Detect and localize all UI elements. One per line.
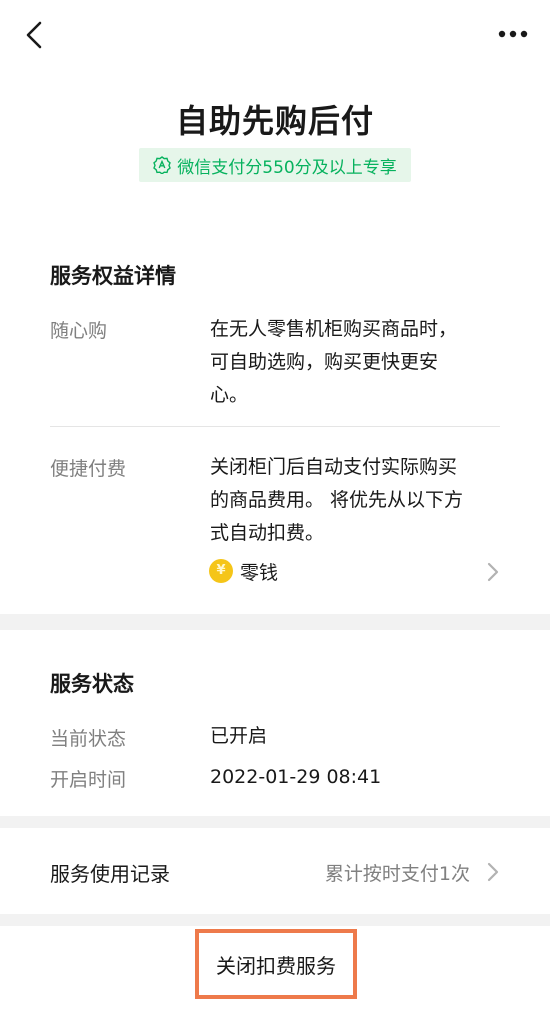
close-service-area: 关闭扣费服务 [0, 926, 550, 1035]
ellipsis-icon[interactable] [498, 27, 528, 41]
chevron-right-icon [487, 562, 499, 582]
current-status-label: 当前状态 [50, 728, 127, 750]
benefit-desc-line: 的商品费用。 将优先从以下方 [210, 489, 464, 511]
start-time-label: 开启时间 [50, 769, 127, 791]
benefit-desc-1: 在无人零售机柜购买商品时， 可自助选购，购买更快更安 心。 [210, 313, 510, 412]
payment-method-label: 零钱 [240, 562, 279, 584]
records-value: 累计按时支付1次 [324, 863, 470, 885]
chevron-left-icon[interactable] [20, 20, 50, 50]
status-card: 服务状态 当前状态 已开启 开启时间 2022-01-29 08:41 [0, 630, 550, 816]
current-status-value: 已开启 [210, 725, 268, 747]
page-title: 自助先购后付 [175, 102, 374, 140]
benefit-desc-line: 关闭柜门后自动支付实际购买 [210, 456, 458, 478]
benefit-label-1: 随心购 [50, 320, 108, 342]
usage-records-row[interactable]: 服务使用记录 累计按时支付1次 [0, 828, 550, 914]
coin-icon: ¥ [209, 559, 233, 583]
start-time-value: 2022-01-29 08:41 [210, 766, 382, 788]
benefit-desc-line: 可自助选购，购买更快更安 [210, 351, 439, 373]
divider [50, 426, 500, 427]
chevron-right-icon [487, 862, 499, 882]
benefits-card: 服务权益详情 随心购 在无人零售机柜购买商品时， 可自助选购，购买更快更安 心。… [0, 226, 550, 614]
benefits-title: 服务权益详情 [50, 264, 176, 288]
records-label: 服务使用记录 [50, 862, 170, 886]
benefit-desc-line: 式自动扣费。 [210, 522, 325, 544]
benefit-desc-2: 关闭柜门后自动支付实际购买 的商品费用。 将优先从以下方 式自动扣费。 [210, 451, 510, 550]
score-icon [153, 156, 172, 174]
header: 自助先购后付 微信支付分550分及以上专享 [0, 0, 550, 226]
benefit-desc-line: 在无人零售机柜购买商品时， [210, 318, 458, 340]
badge-text: 微信支付分550分及以上专享 [177, 157, 397, 178]
score-badge: 微信支付分550分及以上专享 [139, 148, 411, 182]
close-deduction-service-button[interactable]: 关闭扣费服务 [195, 929, 357, 999]
benefit-desc-line: 心。 [210, 384, 249, 406]
status-title: 服务状态 [50, 672, 134, 696]
benefit-label-2: 便捷付费 [50, 458, 127, 480]
